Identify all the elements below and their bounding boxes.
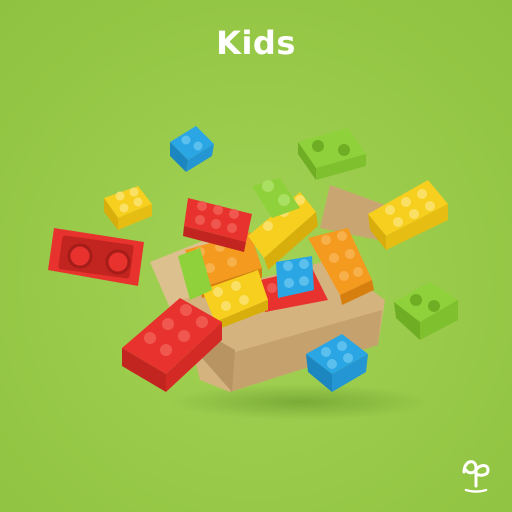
brick-yellow-right <box>368 180 448 250</box>
cover-card[interactable]: Kids <box>0 0 512 512</box>
ground-shadow <box>170 384 430 420</box>
brick-lime-top <box>298 128 366 180</box>
brand-logo-icon <box>462 460 490 493</box>
brick-lime-right <box>394 282 458 340</box>
brick-red-upper <box>183 198 252 252</box>
brick-red-left <box>48 228 144 286</box>
toy-bricks-illustration <box>48 126 458 420</box>
brick-blue-top <box>170 126 214 172</box>
brick-yellow-small <box>104 186 152 230</box>
